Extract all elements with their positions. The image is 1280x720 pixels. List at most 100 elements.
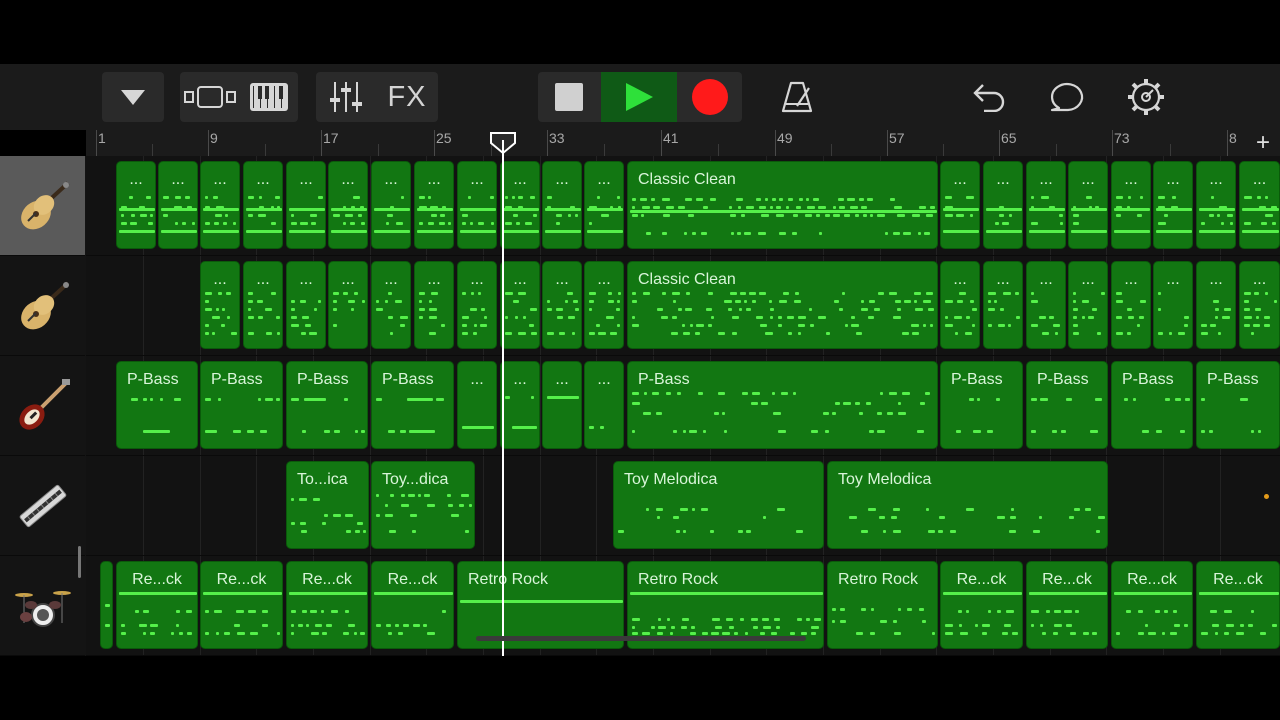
region-classic-clean-short[interactable]: ... — [286, 161, 326, 249]
horizontal-scrollbar[interactable] — [476, 636, 806, 641]
region-p-bass[interactable]: P-Bass — [627, 361, 938, 449]
region-classic-clean-short[interactable]: ... — [200, 261, 240, 349]
undo-button[interactable] — [964, 72, 1014, 122]
region-classic-clean-short[interactable]: ... — [1068, 261, 1108, 349]
region-classic-clean-short[interactable]: ... — [200, 161, 240, 249]
region-p-bass[interactable]: P-Bass — [371, 361, 454, 449]
region-label: ... — [1252, 271, 1267, 288]
add-section-button[interactable]: + — [1256, 130, 1270, 156]
region-classic-clean-short[interactable]: ... — [457, 161, 497, 249]
fx-button[interactable]: FX — [376, 72, 438, 122]
loop-browser-button[interactable] — [1042, 72, 1094, 122]
region-classic-clean-short[interactable]: ... — [500, 161, 540, 249]
settings-button[interactable] — [1120, 72, 1172, 122]
keyboard-view-button[interactable] — [239, 72, 298, 122]
playhead[interactable] — [502, 140, 504, 656]
region-p-bass[interactable]: P-Bass — [286, 361, 368, 449]
region-toy-melodica[interactable]: Toy Melodica — [613, 461, 824, 549]
region-classic-clean-short[interactable]: ... — [500, 261, 540, 349]
region-classic-clean-short[interactable]: ... — [983, 161, 1023, 249]
region-classic-clean-short[interactable]: ... — [328, 161, 368, 249]
region-p-bass[interactable]: P-Bass — [116, 361, 198, 449]
region-classic-clean-short[interactable]: ... — [371, 161, 411, 249]
region-classic-clean-short[interactable]: ... — [243, 161, 283, 249]
midi-note — [972, 308, 977, 311]
region-classic-clean-short[interactable]: ... — [1026, 161, 1066, 249]
region-classic-clean-short[interactable]: ... — [328, 261, 368, 349]
play-button[interactable] — [601, 72, 677, 122]
region-classic-clean-short[interactable]: ... — [542, 261, 582, 349]
region-classic-clean-short[interactable]: ... — [414, 161, 454, 249]
region-classic-clean-short[interactable]: ... — [1239, 261, 1280, 349]
track-header-bass[interactable] — [0, 356, 85, 456]
region-p-bass-short[interactable]: ... — [584, 361, 624, 449]
midi-note — [658, 626, 666, 629]
region-toy-melodica[interactable]: To...ica — [286, 461, 369, 549]
region-classic-clean-short[interactable]: ... — [584, 161, 624, 249]
midi-note — [248, 300, 253, 303]
region-retro-rock-short[interactable]: Re...ck — [1196, 561, 1280, 649]
region-toy-melodica[interactable]: Toy...dica — [371, 461, 475, 549]
region-classic-clean-short[interactable]: ... — [457, 261, 497, 349]
region-classic-clean-short[interactable]: ... — [1196, 261, 1236, 349]
region-classic-clean-short[interactable]: ... — [1111, 161, 1151, 249]
region-classic-clean-short[interactable]: ... — [1026, 261, 1066, 349]
midi-note — [847, 198, 855, 201]
region-classic-clean-short[interactable]: ... — [1153, 161, 1193, 249]
region-classic-clean-short[interactable]: ... — [542, 161, 582, 249]
midi-note — [814, 618, 821, 621]
region-retro-rock-short[interactable]: Re...ck — [200, 561, 283, 649]
region-classic-clean-short[interactable]: ... — [1196, 161, 1236, 249]
region-classic-clean-short[interactable]: ... — [158, 161, 198, 249]
midi-note — [1082, 316, 1085, 319]
region-p-bass[interactable]: P-Bass — [1196, 361, 1280, 449]
region-classic-clean-short[interactable]: ... — [1153, 261, 1193, 349]
midi-note — [610, 332, 617, 335]
region-classic-clean-short[interactable]: ... — [371, 261, 411, 349]
region-drums-edge[interactable] — [100, 561, 113, 649]
region-retro-rock-short[interactable]: Re...ck — [1026, 561, 1108, 649]
track-header-drums[interactable] — [0, 556, 85, 656]
region-classic-clean-short[interactable]: ... — [414, 261, 454, 349]
region-retro-rock-short[interactable]: Re...ck — [371, 561, 454, 649]
timeline-ruler[interactable]: 1 9 17 25 33 41 49 57 65 73 8 — [86, 130, 1280, 156]
region-label: Re...ck — [216, 571, 267, 588]
region-classic-clean-short[interactable]: ... — [243, 261, 283, 349]
region-retro-rock[interactable]: Retro Rock — [827, 561, 938, 649]
track-header-guitar-2[interactable] — [0, 256, 85, 356]
region-classic-clean[interactable]: Classic Clean — [627, 161, 938, 249]
track-header-guitar-1[interactable] — [0, 156, 85, 256]
region-classic-clean[interactable]: Classic Clean — [627, 261, 938, 349]
region-classic-clean-short[interactable]: ... — [1111, 261, 1151, 349]
region-p-bass[interactable]: P-Bass — [940, 361, 1023, 449]
region-p-bass-short[interactable]: ... — [542, 361, 582, 449]
midi-note — [299, 498, 307, 501]
region-classic-clean-short[interactable]: ... — [286, 261, 326, 349]
browser-button[interactable] — [102, 72, 164, 122]
region-toy-melodica[interactable]: Toy Melodica — [827, 461, 1108, 549]
region-retro-rock-short[interactable]: Re...ck — [1111, 561, 1193, 649]
region-p-bass[interactable]: P-Bass — [1111, 361, 1193, 449]
region-retro-rock-short[interactable]: Re...ck — [940, 561, 1023, 649]
region-classic-clean-short[interactable]: ... — [116, 161, 156, 249]
region-retro-rock-short[interactable]: Re...ck — [286, 561, 368, 649]
region-p-bass[interactable]: P-Bass — [1026, 361, 1108, 449]
region-p-bass-short[interactable]: ... — [500, 361, 540, 449]
track-header-harmonica[interactable] — [0, 456, 85, 556]
region-classic-clean-short[interactable]: ... — [1239, 161, 1280, 249]
midi-note — [744, 232, 751, 235]
region-classic-clean-short[interactable]: ... — [584, 261, 624, 349]
region-classic-clean-short[interactable]: ... — [983, 261, 1023, 349]
stop-button[interactable] — [538, 72, 600, 122]
tracks-view-button[interactable] — [180, 72, 239, 122]
midi-note — [344, 398, 348, 401]
region-p-bass[interactable]: P-Bass — [200, 361, 283, 449]
region-p-bass-short[interactable]: ... — [457, 361, 497, 449]
region-retro-rock-short[interactable]: Re...ck — [116, 561, 198, 649]
mixer-button[interactable] — [316, 72, 376, 122]
region-classic-clean-short[interactable]: ... — [940, 261, 980, 349]
region-classic-clean-short[interactable]: ... — [1068, 161, 1108, 249]
region-classic-clean-short[interactable]: ... — [940, 161, 980, 249]
metronome-button[interactable] — [772, 72, 822, 122]
record-button[interactable] — [678, 72, 742, 122]
